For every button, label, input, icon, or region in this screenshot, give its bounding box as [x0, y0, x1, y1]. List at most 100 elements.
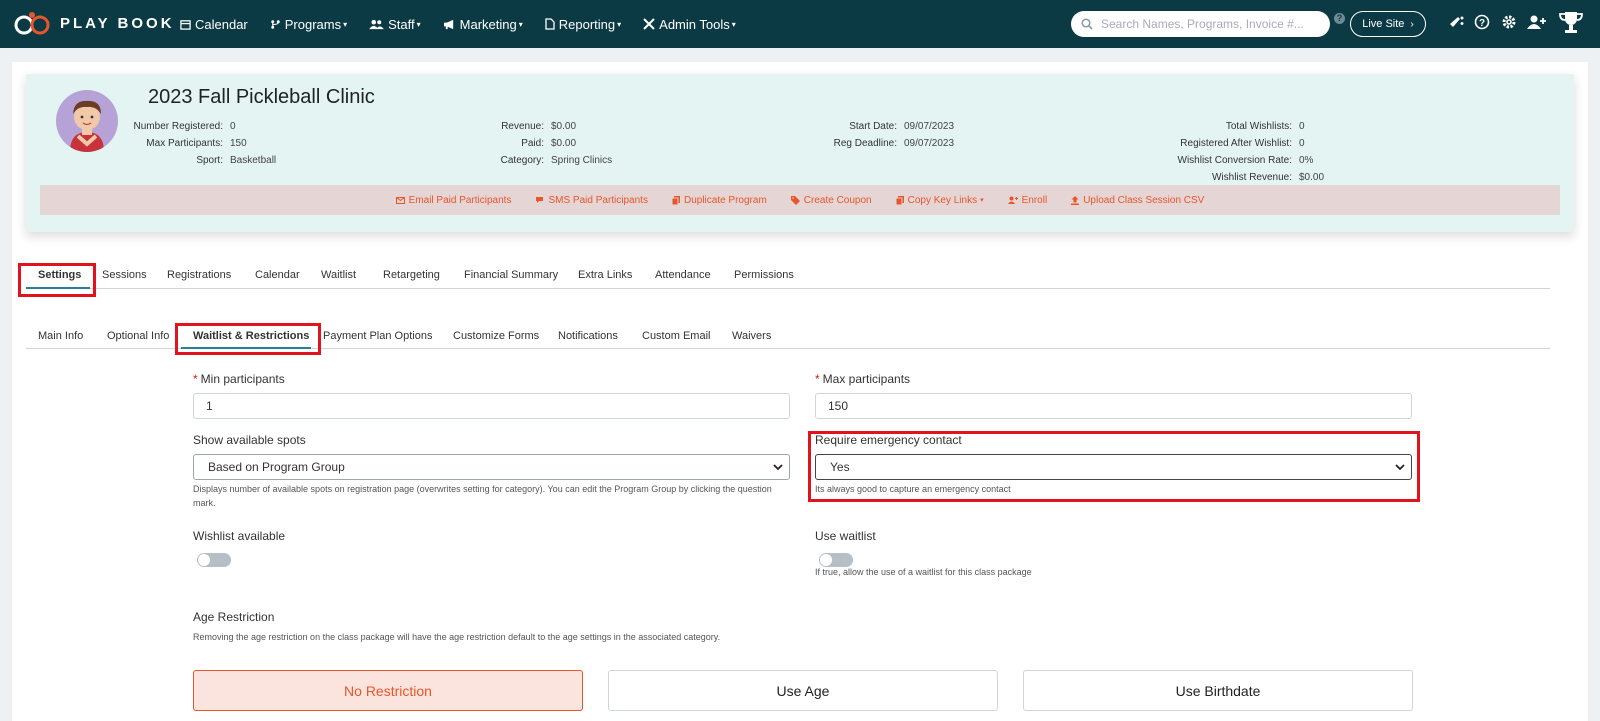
nav-calendar[interactable]: Calendar	[180, 17, 248, 32]
staff-icon	[369, 19, 384, 29]
search-help-icon[interactable]: ?	[1334, 13, 1345, 24]
stat-start-date: Start Date: 09/07/2023	[849, 121, 955, 132]
stats-column-registration: Number Registered: 0 Max Participants: 150…	[116, 118, 277, 169]
logo-mark-icon	[14, 12, 50, 35]
playbook-logo[interactable]: PLAY BOOK	[14, 10, 175, 36]
max-participants-label: * Max participants	[815, 372, 911, 386]
nav-reporting[interactable]: Reporting ▾	[545, 17, 621, 32]
settings-tab-highlight	[18, 263, 96, 297]
programs-icon	[271, 19, 280, 29]
program-title: 2023 Fall Pickleball Clinic	[148, 86, 375, 108]
tab-attendance[interactable]: Attendance	[655, 269, 711, 281]
calendar-icon	[180, 19, 191, 30]
add-user-icon	[1007, 196, 1018, 204]
age-restriction-label: Age Restriction	[193, 610, 275, 624]
announcements-icon[interactable]	[1448, 14, 1466, 32]
megaphone-icon	[443, 19, 453, 29]
wishlist-available-toggle[interactable]	[197, 553, 231, 567]
nav-admin-tools-label: Admin Tools	[659, 16, 730, 32]
trophy-icon[interactable]	[1558, 10, 1584, 36]
stat-reg-deadline: Reg Deadline: 09/07/2023	[833, 138, 955, 149]
stat-registered-after-wishlist: Registered After Wishlist: 0	[1180, 138, 1305, 149]
nav-reporting-label: Reporting	[558, 16, 616, 32]
gear-icon[interactable]	[1501, 14, 1517, 30]
nav-marketing[interactable]: Marketing ▾	[443, 17, 523, 32]
stat-category: Category: Spring Clinics	[500, 155, 613, 166]
tab-registrations[interactable]: Registrations	[167, 269, 231, 281]
no-restriction-button[interactable]: No Restriction	[193, 670, 583, 711]
subtab-notifications[interactable]: Notifications	[558, 330, 618, 342]
tab-sessions[interactable]: Sessions	[102, 269, 147, 281]
enroll-link[interactable]: Enroll	[1007, 195, 1047, 206]
search-input[interactable]	[1101, 17, 1321, 31]
add-user-icon[interactable]	[1527, 14, 1547, 30]
waitlist-subtab-highlight	[175, 323, 321, 355]
min-participants-input[interactable]: 1	[193, 393, 790, 419]
live-site-button[interactable]: Live Site ›	[1350, 11, 1426, 37]
svg-text:?: ?	[1479, 18, 1485, 29]
stat-wishlist-conversion-rate: Wishlist Conversion Rate: 0%	[1177, 155, 1314, 166]
age-restriction-help: Removing the age restriction on the clas…	[193, 632, 721, 642]
top-navbar: PLAY BOOK Calendar Programs ▾ Staff ▾ Mark…	[0, 0, 1600, 48]
max-participants-input[interactable]: 150	[815, 393, 1412, 419]
tab-calendar[interactable]: Calendar	[255, 269, 300, 281]
use-age-button[interactable]: Use Age	[608, 670, 998, 711]
document-icon	[545, 18, 555, 30]
subtab-payment-plan-options[interactable]: Payment Plan Options	[323, 330, 432, 342]
main-menu: Calendar Programs ▾ Staff ▾ Marketing ▾ Rep…	[180, 0, 758, 48]
chevron-down-icon: ▾	[343, 19, 348, 29]
chevron-down-icon: ▾	[518, 19, 523, 29]
email-paid-participants-link[interactable]: Email Paid Participants	[395, 195, 511, 206]
stat-number-registered: Number Registered: 0	[133, 121, 236, 132]
nav-marketing-label: Marketing	[459, 16, 517, 32]
min-participants-label: * Min participants	[193, 372, 285, 386]
subtab-waivers[interactable]: Waivers	[732, 330, 771, 342]
tag-icon	[790, 195, 800, 205]
tab-retargeting[interactable]: Retargeting	[383, 269, 440, 281]
sms-paid-participants-link[interactable]: SMS Paid Participants	[535, 195, 648, 206]
logo-text: PLAY BOOK	[60, 14, 175, 32]
subtab-main-info[interactable]: Main Info	[38, 330, 83, 342]
chevron-down-icon: ▾	[416, 19, 421, 29]
duplicate-program-link[interactable]: Duplicate Program	[671, 195, 767, 206]
stat-max-participants: Max Participants: 150	[146, 138, 247, 149]
nav-programs[interactable]: Programs ▾	[270, 17, 347, 32]
subtab-custom-email[interactable]: Custom Email	[642, 330, 710, 342]
chevron-down-icon: ▾	[617, 19, 622, 29]
person-avatar-icon	[70, 100, 104, 152]
content-card: 2023 Fall Pickleball Clinic Number Regis…	[12, 62, 1588, 721]
chevron-down-icon: ▾	[731, 19, 736, 29]
create-coupon-link[interactable]: Create Coupon	[790, 195, 872, 206]
tab-waitlist[interactable]: Waitlist	[321, 269, 356, 281]
nav-programs-label: Programs	[284, 16, 342, 32]
upload-class-session-csv-link[interactable]: Upload Class Session CSV	[1071, 195, 1204, 206]
program-header: 2023 Fall Pickleball Clinic Number Regis…	[26, 74, 1574, 232]
wishlist-available-label: Wishlist available	[193, 529, 286, 543]
nav-staff-label: Staff	[388, 16, 415, 32]
show-available-spots-help: Displays number of available spots on re…	[193, 484, 772, 508]
stats-column-revenue: Revenue: $0.00 Paid: $0.00 Category: Spring…	[476, 118, 613, 169]
tab-extra-links[interactable]: Extra Links	[578, 269, 632, 281]
subtab-customize-forms[interactable]: Customize Forms	[453, 330, 539, 342]
search-icon	[1081, 18, 1093, 30]
chevron-down-icon: ▾	[980, 197, 984, 204]
nav-staff[interactable]: Staff ▾	[369, 17, 421, 32]
chevron-down-icon	[773, 464, 783, 471]
subtab-optional-info[interactable]: Optional Info	[107, 330, 169, 342]
tab-financial-summary[interactable]: Financial Summary	[464, 269, 558, 281]
nav-admin-tools[interactable]: Admin Tools ▾	[643, 17, 736, 32]
show-available-spots-select[interactable]: Based on Program Group	[193, 454, 790, 480]
main-tabs: Settings Sessions Registrations Calendar…	[26, 264, 1550, 289]
live-site-label: Live Site	[1362, 18, 1405, 30]
use-birthdate-button[interactable]: Use Birthdate	[1023, 670, 1413, 711]
toggle-knob	[198, 554, 210, 566]
program-action-bar: Email Paid Participants SMS Paid Partici…	[40, 185, 1560, 215]
emergency-contact-highlight	[808, 431, 1420, 502]
envelope-icon	[395, 196, 405, 204]
tab-permissions[interactable]: Permissions	[734, 269, 794, 281]
help-icon[interactable]: ?	[1474, 14, 1490, 30]
nav-calendar-label: Calendar	[195, 16, 248, 32]
copy-key-links-dropdown[interactable]: Copy Key Links ▾	[895, 195, 984, 206]
global-search[interactable]	[1071, 11, 1330, 37]
show-available-spots-label: Show available spots	[193, 433, 306, 447]
